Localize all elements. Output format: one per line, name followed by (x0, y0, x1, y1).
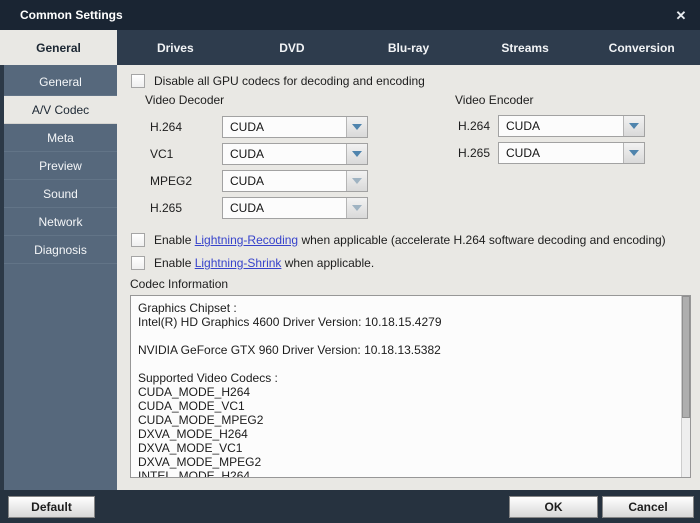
decoder-h264-label: H.264 (150, 120, 182, 134)
sidebar-item-sound[interactable]: Sound (4, 180, 117, 208)
shrink-prefix: Enable (154, 256, 195, 270)
codec-information-text: Graphics Chipset : Intel(R) HD Graphics … (138, 301, 676, 478)
sidebar-item-av-codec[interactable]: A/V Codec (4, 96, 117, 124)
lightning-shrink-checkbox[interactable] (131, 256, 145, 270)
info-line: NVIDIA GeForce GTX 960 Driver Version: 1… (138, 343, 676, 357)
lightning-shrink-row: Enable Lightning-Shrink when applicable. (131, 256, 374, 270)
recoding-suffix: when applicable (accelerate H.264 softwa… (298, 233, 666, 247)
decoder-mpeg2-value: CUDA (223, 171, 346, 191)
tab-drives[interactable]: Drives (117, 30, 234, 65)
info-line: DXVA_MODE_MPEG2 (138, 455, 676, 469)
chevron-down-icon (346, 144, 367, 164)
close-icon[interactable]: ✕ (672, 7, 690, 25)
tab-bar: General Drives DVD Blu-ray Streams Conve… (0, 30, 700, 65)
tab-streams[interactable]: Streams (467, 30, 584, 65)
scrollbar[interactable] (681, 296, 690, 477)
decoder-h264-value: CUDA (223, 117, 346, 137)
decoder-vc1-select[interactable]: CUDA (222, 143, 368, 165)
encoder-h265-value: CUDA (499, 143, 623, 163)
lightning-recoding-link[interactable]: Lightning-Recoding (195, 233, 298, 247)
av-codec-panel: Disable all GPU codecs for decoding and … (117, 65, 700, 490)
info-line: CUDA_MODE_VC1 (138, 399, 676, 413)
tab-dvd[interactable]: DVD (234, 30, 351, 65)
sidebar: General A/V Codec Meta Preview Sound Net… (0, 65, 117, 490)
codec-information-box: Graphics Chipset : Intel(R) HD Graphics … (130, 295, 691, 478)
shrink-suffix: when applicable. (281, 256, 374, 270)
disable-gpu-codecs-checkbox[interactable] (131, 74, 145, 88)
info-line (138, 329, 676, 343)
info-line: CUDA_MODE_H264 (138, 385, 676, 399)
common-settings-dialog: Common Settings ✕ General Drives DVD Blu… (0, 0, 700, 523)
ok-button[interactable]: OK (509, 496, 598, 518)
default-button[interactable]: Default (8, 496, 95, 518)
encoder-h264-label: H.264 (458, 119, 490, 133)
chevron-down-icon (623, 143, 644, 163)
title-bar: Common Settings ✕ (0, 0, 700, 30)
dialog-title: Common Settings (20, 8, 123, 22)
scrollbar-thumb[interactable] (682, 296, 690, 418)
chevron-down-icon (346, 171, 367, 191)
sidebar-item-meta[interactable]: Meta (4, 124, 117, 152)
lightning-recoding-label: Enable Lightning-Recoding when applicabl… (154, 233, 666, 247)
video-decoder-title: Video Decoder (145, 93, 224, 107)
sidebar-item-network[interactable]: Network (4, 208, 117, 236)
chevron-down-icon (346, 117, 367, 137)
decoder-vc1-value: CUDA (223, 144, 346, 164)
lightning-shrink-link[interactable]: Lightning-Shrink (195, 256, 282, 270)
info-line: DXVA_MODE_VC1 (138, 441, 676, 455)
lightning-recoding-row: Enable Lightning-Recoding when applicabl… (131, 233, 666, 247)
encoder-h265-label: H.265 (458, 146, 490, 160)
sidebar-item-diagnosis[interactable]: Diagnosis (4, 236, 117, 264)
decoder-h265-select[interactable]: CUDA (222, 197, 368, 219)
decoder-mpeg2-select[interactable]: CUDA (222, 170, 368, 192)
tab-general[interactable]: General (0, 30, 117, 65)
gpu-codecs-row: Disable all GPU codecs for decoding and … (131, 74, 425, 88)
lightning-recoding-checkbox[interactable] (131, 233, 145, 247)
info-line: Supported Video Codecs : (138, 371, 676, 385)
decoder-vc1-label: VC1 (150, 147, 173, 161)
decoder-h265-value: CUDA (223, 198, 346, 218)
encoder-h265-select[interactable]: CUDA (498, 142, 645, 164)
info-line: CUDA_MODE_MPEG2 (138, 413, 676, 427)
codec-information-label: Codec Information (130, 277, 228, 291)
video-encoder-title: Video Encoder (455, 93, 534, 107)
recoding-prefix: Enable (154, 233, 195, 247)
chevron-down-icon (346, 198, 367, 218)
disable-gpu-codecs-label: Disable all GPU codecs for decoding and … (154, 74, 425, 88)
info-line: DXVA_MODE_H264 (138, 427, 676, 441)
info-line: INTEL_MODE_H264 (138, 469, 676, 478)
dialog-body: General A/V Codec Meta Preview Sound Net… (0, 65, 700, 490)
tab-blu-ray[interactable]: Blu-ray (350, 30, 467, 65)
info-line: Intel(R) HD Graphics 4600 Driver Version… (138, 315, 676, 329)
lightning-shrink-label: Enable Lightning-Shrink when applicable. (154, 256, 374, 270)
chevron-down-icon (623, 116, 644, 136)
info-line: Graphics Chipset : (138, 301, 676, 315)
decoder-mpeg2-label: MPEG2 (150, 174, 192, 188)
cancel-button[interactable]: Cancel (602, 496, 694, 518)
footer-bar: Default OK Cancel (0, 490, 700, 523)
decoder-h265-label: H.265 (150, 201, 182, 215)
info-line (138, 357, 676, 371)
sidebar-item-general[interactable]: General (4, 68, 117, 96)
encoder-h264-select[interactable]: CUDA (498, 115, 645, 137)
sidebar-item-preview[interactable]: Preview (4, 152, 117, 180)
tab-conversion[interactable]: Conversion (583, 30, 700, 65)
encoder-h264-value: CUDA (499, 116, 623, 136)
decoder-h264-select[interactable]: CUDA (222, 116, 368, 138)
